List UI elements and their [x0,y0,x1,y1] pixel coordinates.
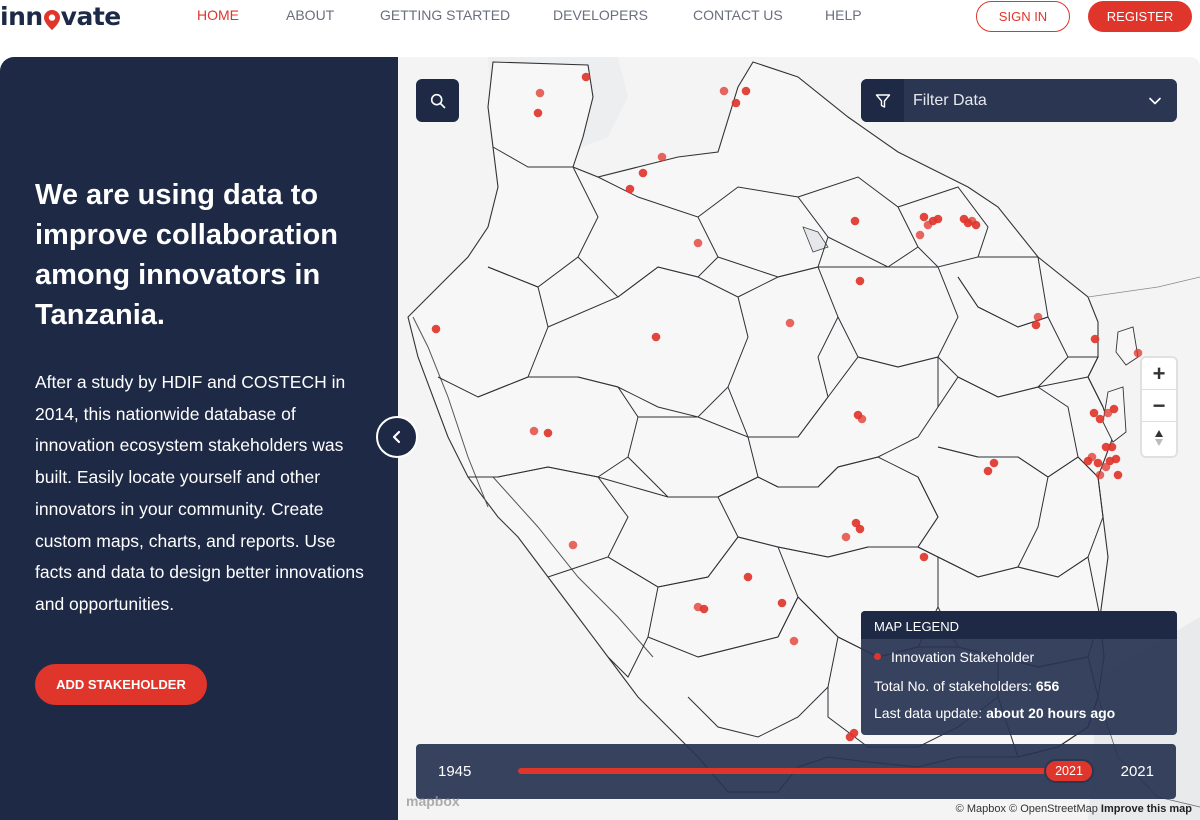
legend-item: Innovation Stakeholder [874,649,1034,665]
info-panel: We are using data to improve collaborati… [0,57,398,820]
stakeholder-marker[interactable] [693,238,703,248]
stakeholder-marker[interactable] [1033,312,1043,322]
stakeholder-marker[interactable] [915,230,925,240]
stakeholder-marker[interactable] [1133,348,1143,358]
stakeholder-marker[interactable] [849,728,859,738]
year-timeline: 1945 2021 2021 [416,744,1176,799]
nav-contact-us[interactable]: CONTACT US [693,7,783,23]
stakeholder-marker[interactable] [789,636,799,646]
chevron-left-icon [392,430,401,444]
nav-help[interactable]: HELP [825,7,862,23]
legend-total: Total No. of stakeholders: 656 [874,678,1059,694]
stakeholder-marker[interactable] [1093,458,1103,468]
nav-getting-started[interactable]: GETTING STARTED [380,7,510,23]
update-value: about 20 hours ago [986,705,1116,721]
top-header: inn vate HOME ABOUT GETTING STARTED DEVE… [0,0,1200,34]
stakeholder-marker[interactable] [533,108,543,118]
nav-about[interactable]: ABOUT [286,7,334,23]
timeline-start-year: 1945 [438,763,472,780]
stakeholder-marker[interactable] [850,216,860,226]
stakeholder-marker[interactable] [857,414,867,424]
stakeholder-marker[interactable] [1113,470,1123,480]
filter-data-label: Filter Data [913,91,987,109]
stakeholder-marker[interactable] [1083,456,1093,466]
stakeholder-marker[interactable] [535,88,545,98]
stakeholder-marker[interactable] [855,276,865,286]
stakeholder-marker[interactable] [625,184,635,194]
stakeholder-marker[interactable] [1095,470,1105,480]
legend-heading: MAP LEGEND [861,611,1177,639]
compass-button[interactable] [1142,422,1176,454]
map-legend: MAP LEGEND Innovation Stakeholder Total … [861,611,1177,735]
innovate-logo[interactable]: inn vate [0,1,122,31]
search-icon [430,93,445,108]
stakeholder-marker[interactable] [785,318,795,328]
stakeholder-marker[interactable] [1090,334,1100,344]
panel-description: After a study by HDIF and COSTECH in 201… [35,372,364,614]
stakeholder-marker[interactable] [933,214,943,224]
stakeholder-marker[interactable] [983,466,993,476]
stakeholder-marker[interactable] [543,428,553,438]
nav-home[interactable]: HOME [197,7,239,23]
logo-text-prefix: inn [0,1,43,31]
stakeholder-marker[interactable] [971,220,981,230]
legend-update: Last data update: about 20 hours ago [874,705,1115,721]
stakeholder-marker[interactable] [855,524,865,534]
stakeholder-marker[interactable] [1109,404,1119,414]
stakeholder-marker[interactable] [431,324,441,334]
stakeholder-marker[interactable] [1107,442,1117,452]
legend-item-label: Innovation Stakeholder [891,649,1035,665]
collapse-panel-button[interactable] [376,416,418,458]
filter-data-dropdown[interactable]: Filter Data [861,79,1177,122]
chevron-down-icon [1149,97,1161,105]
timeline-track[interactable] [518,768,1058,774]
stakeholder-marker[interactable] [731,98,741,108]
map-search-button[interactable] [416,79,459,122]
stakeholder-map[interactable]: Filter Data + − MAP LEGEND Innovation St… [398,57,1200,820]
compass-icon [1155,430,1163,446]
total-label: Total No. of stakeholders: [874,678,1032,694]
stakeholder-marker[interactable] [1111,454,1121,464]
stakeholder-marker[interactable] [719,86,729,96]
zoom-out-button[interactable]: − [1142,390,1176,422]
mapbox-logo[interactable]: mapbox [406,793,460,809]
stakeholder-marker[interactable] [919,212,929,222]
sign-in-button[interactable]: SIGN IN [976,1,1070,32]
mapbox-attribution-link[interactable]: © Mapbox [956,803,1006,815]
location-pin-icon [43,7,60,30]
stakeholder-marker[interactable] [841,532,851,542]
stakeholder-marker[interactable] [1095,414,1105,424]
osm-attribution-link[interactable]: © OpenStreetMap [1009,803,1098,815]
stakeholder-marker[interactable] [529,426,539,436]
stakeholder-marker[interactable] [581,72,591,82]
stakeholder-marker[interactable] [741,86,751,96]
register-button[interactable]: REGISTER [1088,1,1192,32]
nav-developers[interactable]: DEVELOPERS [553,7,648,23]
stakeholder-marker[interactable] [638,168,648,178]
panel-title: We are using data to improve collaborati… [35,179,338,331]
filter-icon-box [861,79,904,122]
logo-text-suffix: vate [60,1,122,31]
stakeholder-marker[interactable] [699,604,709,614]
stakeholder-marker[interactable] [568,540,578,550]
total-value: 656 [1035,678,1060,694]
timeline-end-year: 2021 [1120,763,1154,780]
stakeholder-marker[interactable] [657,152,667,162]
stakeholder-dot-icon [874,653,881,660]
add-stakeholder-button[interactable]: ADD STAKEHOLDER [35,664,207,705]
zoom-in-button[interactable]: + [1142,358,1176,390]
zoom-controls: + − [1142,358,1176,456]
stakeholder-marker[interactable] [651,332,661,342]
improve-map-link[interactable]: Improve this map [1101,803,1192,815]
funnel-icon [875,93,890,108]
stakeholder-marker[interactable] [1031,320,1041,330]
update-label: Last data update: [874,705,983,721]
map-attribution: © Mapbox © OpenStreetMap Improve this ma… [956,803,1192,815]
stakeholder-marker[interactable] [777,598,787,608]
timeline-handle[interactable]: 2021 [1044,759,1094,783]
stakeholder-marker[interactable] [989,458,999,468]
stakeholder-marker[interactable] [919,552,929,562]
stakeholder-marker[interactable] [743,572,753,582]
